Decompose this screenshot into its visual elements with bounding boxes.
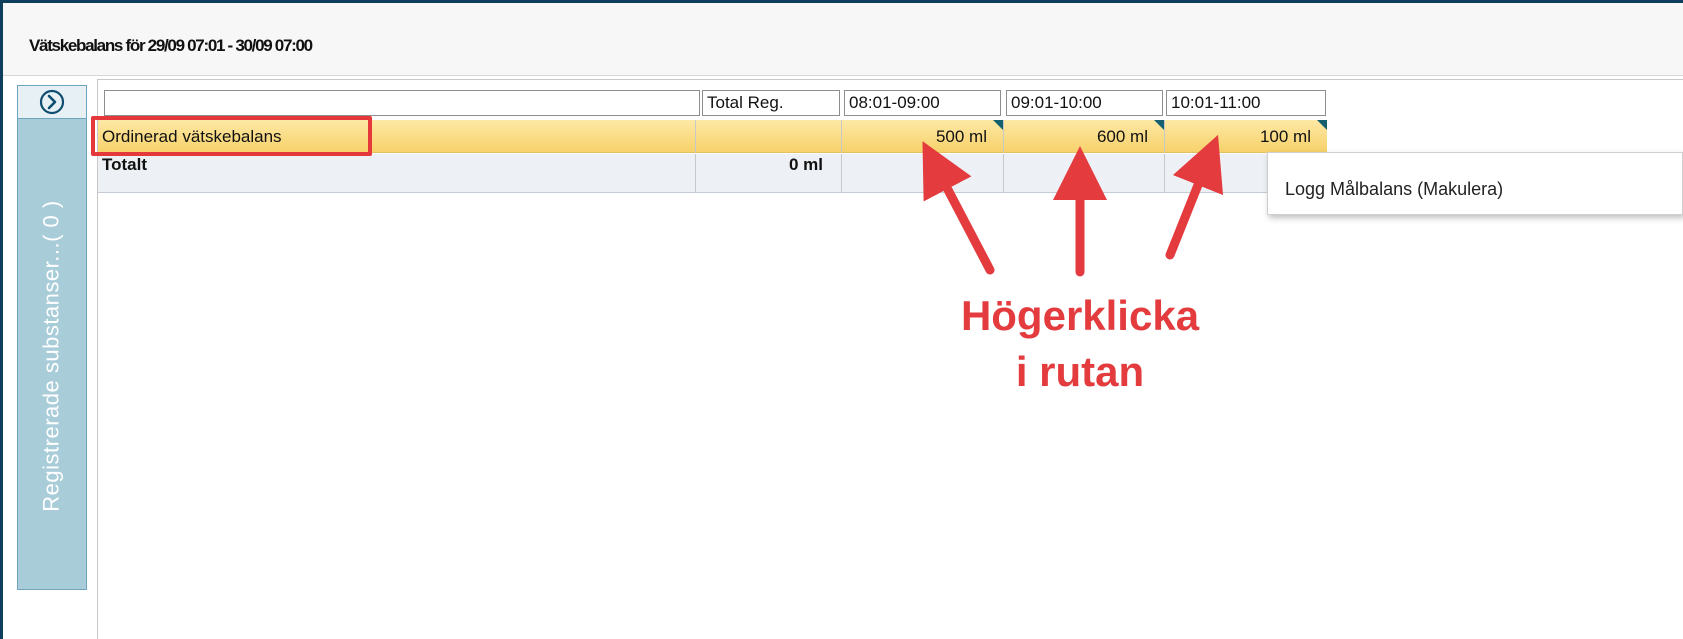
substances-side-panel[interactable]: Registrerade substanser...( 0 )	[17, 85, 87, 590]
annotation-text: Högerklicka i rutan	[920, 288, 1240, 400]
table-cell	[1165, 154, 1267, 193]
chevron-right-circle-icon	[39, 89, 65, 115]
cell-value-0801: 500 ml	[935, 127, 987, 146]
table-cell[interactable]: 100 ml	[1165, 120, 1327, 153]
cell-value-0901: 600 ml	[1096, 127, 1148, 146]
table-cell	[1004, 154, 1165, 193]
row-total-totalt: 0 ml	[696, 154, 842, 193]
row-label-totalt: Totalt	[98, 154, 696, 193]
context-menu-item-logg[interactable]: Logg Målbalans (Makulera)	[1285, 179, 1503, 200]
table-cell[interactable]: 600 ml	[1004, 120, 1165, 153]
highlight-box	[91, 116, 372, 156]
column-header-total[interactable]: Total Reg.	[702, 90, 840, 116]
table-cell[interactable]: 500 ml	[842, 120, 1004, 153]
column-header-1001[interactable]: 10:01-11:00	[1166, 90, 1326, 116]
expand-panel-button[interactable]	[18, 86, 86, 119]
column-header-blank	[104, 90, 700, 116]
column-header-0901[interactable]: 09:01-10:00	[1006, 90, 1163, 116]
table-cell	[842, 154, 1004, 193]
cell-marker-icon	[993, 120, 1003, 130]
annotation-line-2: i rutan	[1015, 348, 1145, 395]
cell-marker-icon	[1317, 120, 1327, 130]
column-header-0801[interactable]: 08:01-09:00	[844, 90, 1001, 116]
cell-marker-icon	[1154, 120, 1164, 130]
header-bar: Vätskebalans för 29/09 07:01 - 30/09 07:…	[3, 3, 1683, 76]
side-panel-label-wrap: Registrerade substanser...( 0 )	[18, 122, 86, 590]
side-panel-label: Registrerade substanser...( 0 )	[39, 200, 65, 512]
context-menu[interactable]: Logg Målbalans (Makulera)	[1267, 152, 1683, 215]
annotation-line-1: Högerklicka	[960, 292, 1200, 339]
page-title: Vätskebalans för 29/09 07:01 - 30/09 07:…	[29, 36, 313, 55]
cell-value-1001: 100 ml	[1259, 127, 1311, 146]
row-total-ordinerad[interactable]	[696, 120, 842, 153]
